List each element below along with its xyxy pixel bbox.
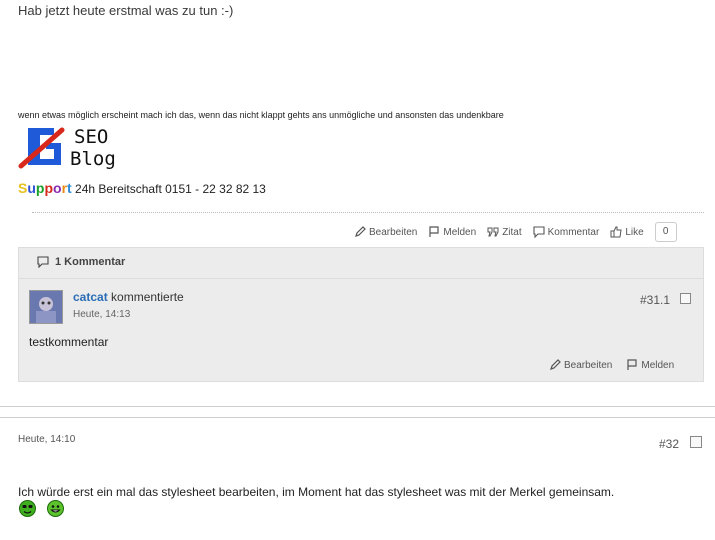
no-google-icon [18, 127, 65, 169]
report-button[interactable]: Melden [428, 226, 476, 238]
edit-label: Bearbeiten [369, 226, 418, 238]
comment-actions: Bearbeiten Melden [549, 359, 674, 371]
comment-select-checkbox[interactable] [680, 293, 691, 304]
comment-label: Kommentar [547, 226, 600, 238]
signature-divider [32, 212, 704, 213]
comment-icon [37, 256, 49, 268]
post-message: Hab jetzt heute erstmal was zu tun :-) [18, 3, 234, 18]
avatar[interactable] [29, 290, 63, 324]
quote-button[interactable]: Zitat [487, 226, 522, 238]
comment-report-label: Melden [641, 359, 675, 371]
logo-line-blog: Blog [70, 148, 116, 170]
comment-timestamp: Heute, 14:13 [73, 309, 131, 320]
pencil-icon [550, 359, 561, 370]
comments-count: 1 Kommentar [55, 256, 126, 268]
support-line: Support 24h Bereitschaft 0151 - 22 32 82… [18, 180, 266, 196]
grin-smiley-icon [47, 500, 64, 517]
like-count-badge: 0 [654, 222, 677, 242]
pencil-icon [355, 226, 366, 237]
avatar-image [30, 291, 62, 323]
quote-icon [487, 227, 499, 237]
post-divider [0, 417, 715, 418]
support-letter: S [18, 180, 28, 196]
speech-bubble-icon [533, 226, 545, 238]
seo-blog-logo: SEO Blog [18, 124, 128, 172]
comments-header[interactable]: 1 Kommentar [19, 248, 703, 279]
like-button[interactable]: Like [610, 226, 644, 238]
signature-quote: wenn etwas möglich erscheint mach ich da… [18, 110, 504, 120]
post-select-checkbox[interactable] [690, 436, 702, 448]
report-label: Melden [443, 226, 477, 238]
comment-number-link[interactable]: #31.1 [640, 293, 670, 307]
comments-section: 1 Kommentar catcat kommentierte Heute, 1… [18, 247, 704, 382]
comment-report-button[interactable]: Melden [626, 359, 674, 371]
support-letter: p [44, 180, 54, 196]
quote-label: Zitat [502, 226, 522, 238]
comment-edit-button[interactable]: Bearbeiten [549, 359, 612, 371]
post-timestamp: Heute, 14:10 [18, 434, 76, 445]
thumbs-up-icon [610, 226, 622, 238]
cool-smiley-icon [19, 500, 36, 517]
post-divider [0, 406, 715, 407]
post-actions: Bearbeiten Melden Zitat Kommentar Like 0 [354, 222, 677, 242]
edit-button[interactable]: Bearbeiten [354, 226, 417, 238]
like-label: Like [625, 226, 644, 238]
comment-edit-label: Bearbeiten [564, 359, 613, 371]
comment-verb: kommentierte [111, 290, 184, 304]
support-letter: u [27, 180, 36, 196]
post-message: Ich würde erst ein mal das stylesheet be… [18, 485, 615, 499]
logo-line-seo: SEO [74, 126, 109, 148]
comment-button[interactable]: Kommentar [533, 226, 600, 238]
post-number-link[interactable]: #32 [659, 437, 679, 451]
flag-icon [429, 226, 439, 237]
support-phone: 24h Bereitschaft 0151 - 22 32 82 13 [71, 182, 266, 196]
support-letter: o [53, 180, 62, 196]
comment-author-link[interactable]: catcat [73, 290, 108, 304]
comment-author-line: catcat kommentierte [73, 290, 184, 304]
comment-text: testkommentar [29, 335, 109, 349]
flag-icon [627, 359, 637, 370]
